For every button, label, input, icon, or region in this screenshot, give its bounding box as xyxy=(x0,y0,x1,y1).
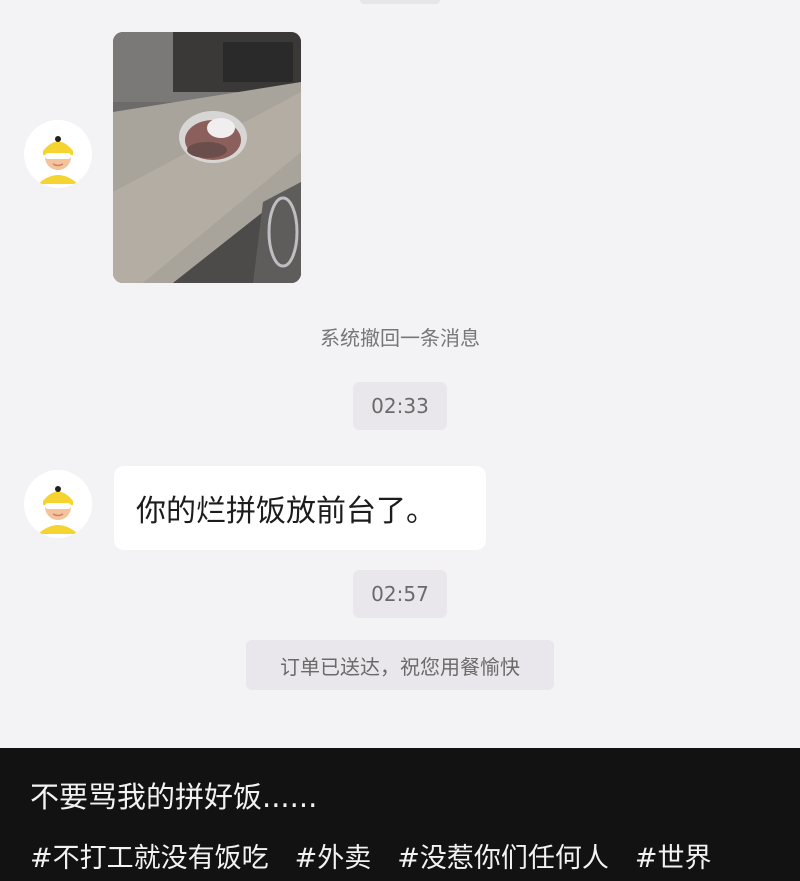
hashtag[interactable]: #外卖 xyxy=(295,836,372,875)
hashtag[interactable]: #不打工就没有饭吃 xyxy=(30,836,269,875)
hashtag-list: #不打工就没有饭吃 #外卖 #没惹你们任何人 #世界 xyxy=(30,836,712,875)
delivery-notice: 订单已送达，祝您用餐愉快 xyxy=(246,640,554,690)
sender-avatar[interactable] xyxy=(24,120,92,188)
courier-avatar-icon xyxy=(24,470,92,538)
timestamp: 02:57 xyxy=(353,570,447,618)
system-recall-notice: 系统撤回一条消息 xyxy=(320,326,480,350)
timestamp: 02:33 xyxy=(353,382,447,430)
sender-avatar[interactable] xyxy=(24,470,92,538)
hashtag[interactable]: #没惹你们任何人 xyxy=(397,836,609,875)
top-edge xyxy=(360,0,440,4)
text-message-bubble[interactable]: 你的烂拼饭放前台了。 xyxy=(114,466,486,550)
caption-title: 不要骂我的拼好饭...... xyxy=(30,780,318,814)
chat-area: 系统撤回一条消息 02:33 你的烂拼饭放前台了。 02:57 订单已送达，祝您… xyxy=(0,0,800,748)
delivery-photo xyxy=(113,32,301,283)
hashtag[interactable]: #世界 xyxy=(635,836,712,875)
video-caption-area: 不要骂我的拼好饭...... #不打工就没有饭吃 #外卖 #没惹你们任何人 #世… xyxy=(0,748,800,881)
courier-avatar-icon xyxy=(24,120,92,188)
photo-message[interactable] xyxy=(113,32,301,283)
